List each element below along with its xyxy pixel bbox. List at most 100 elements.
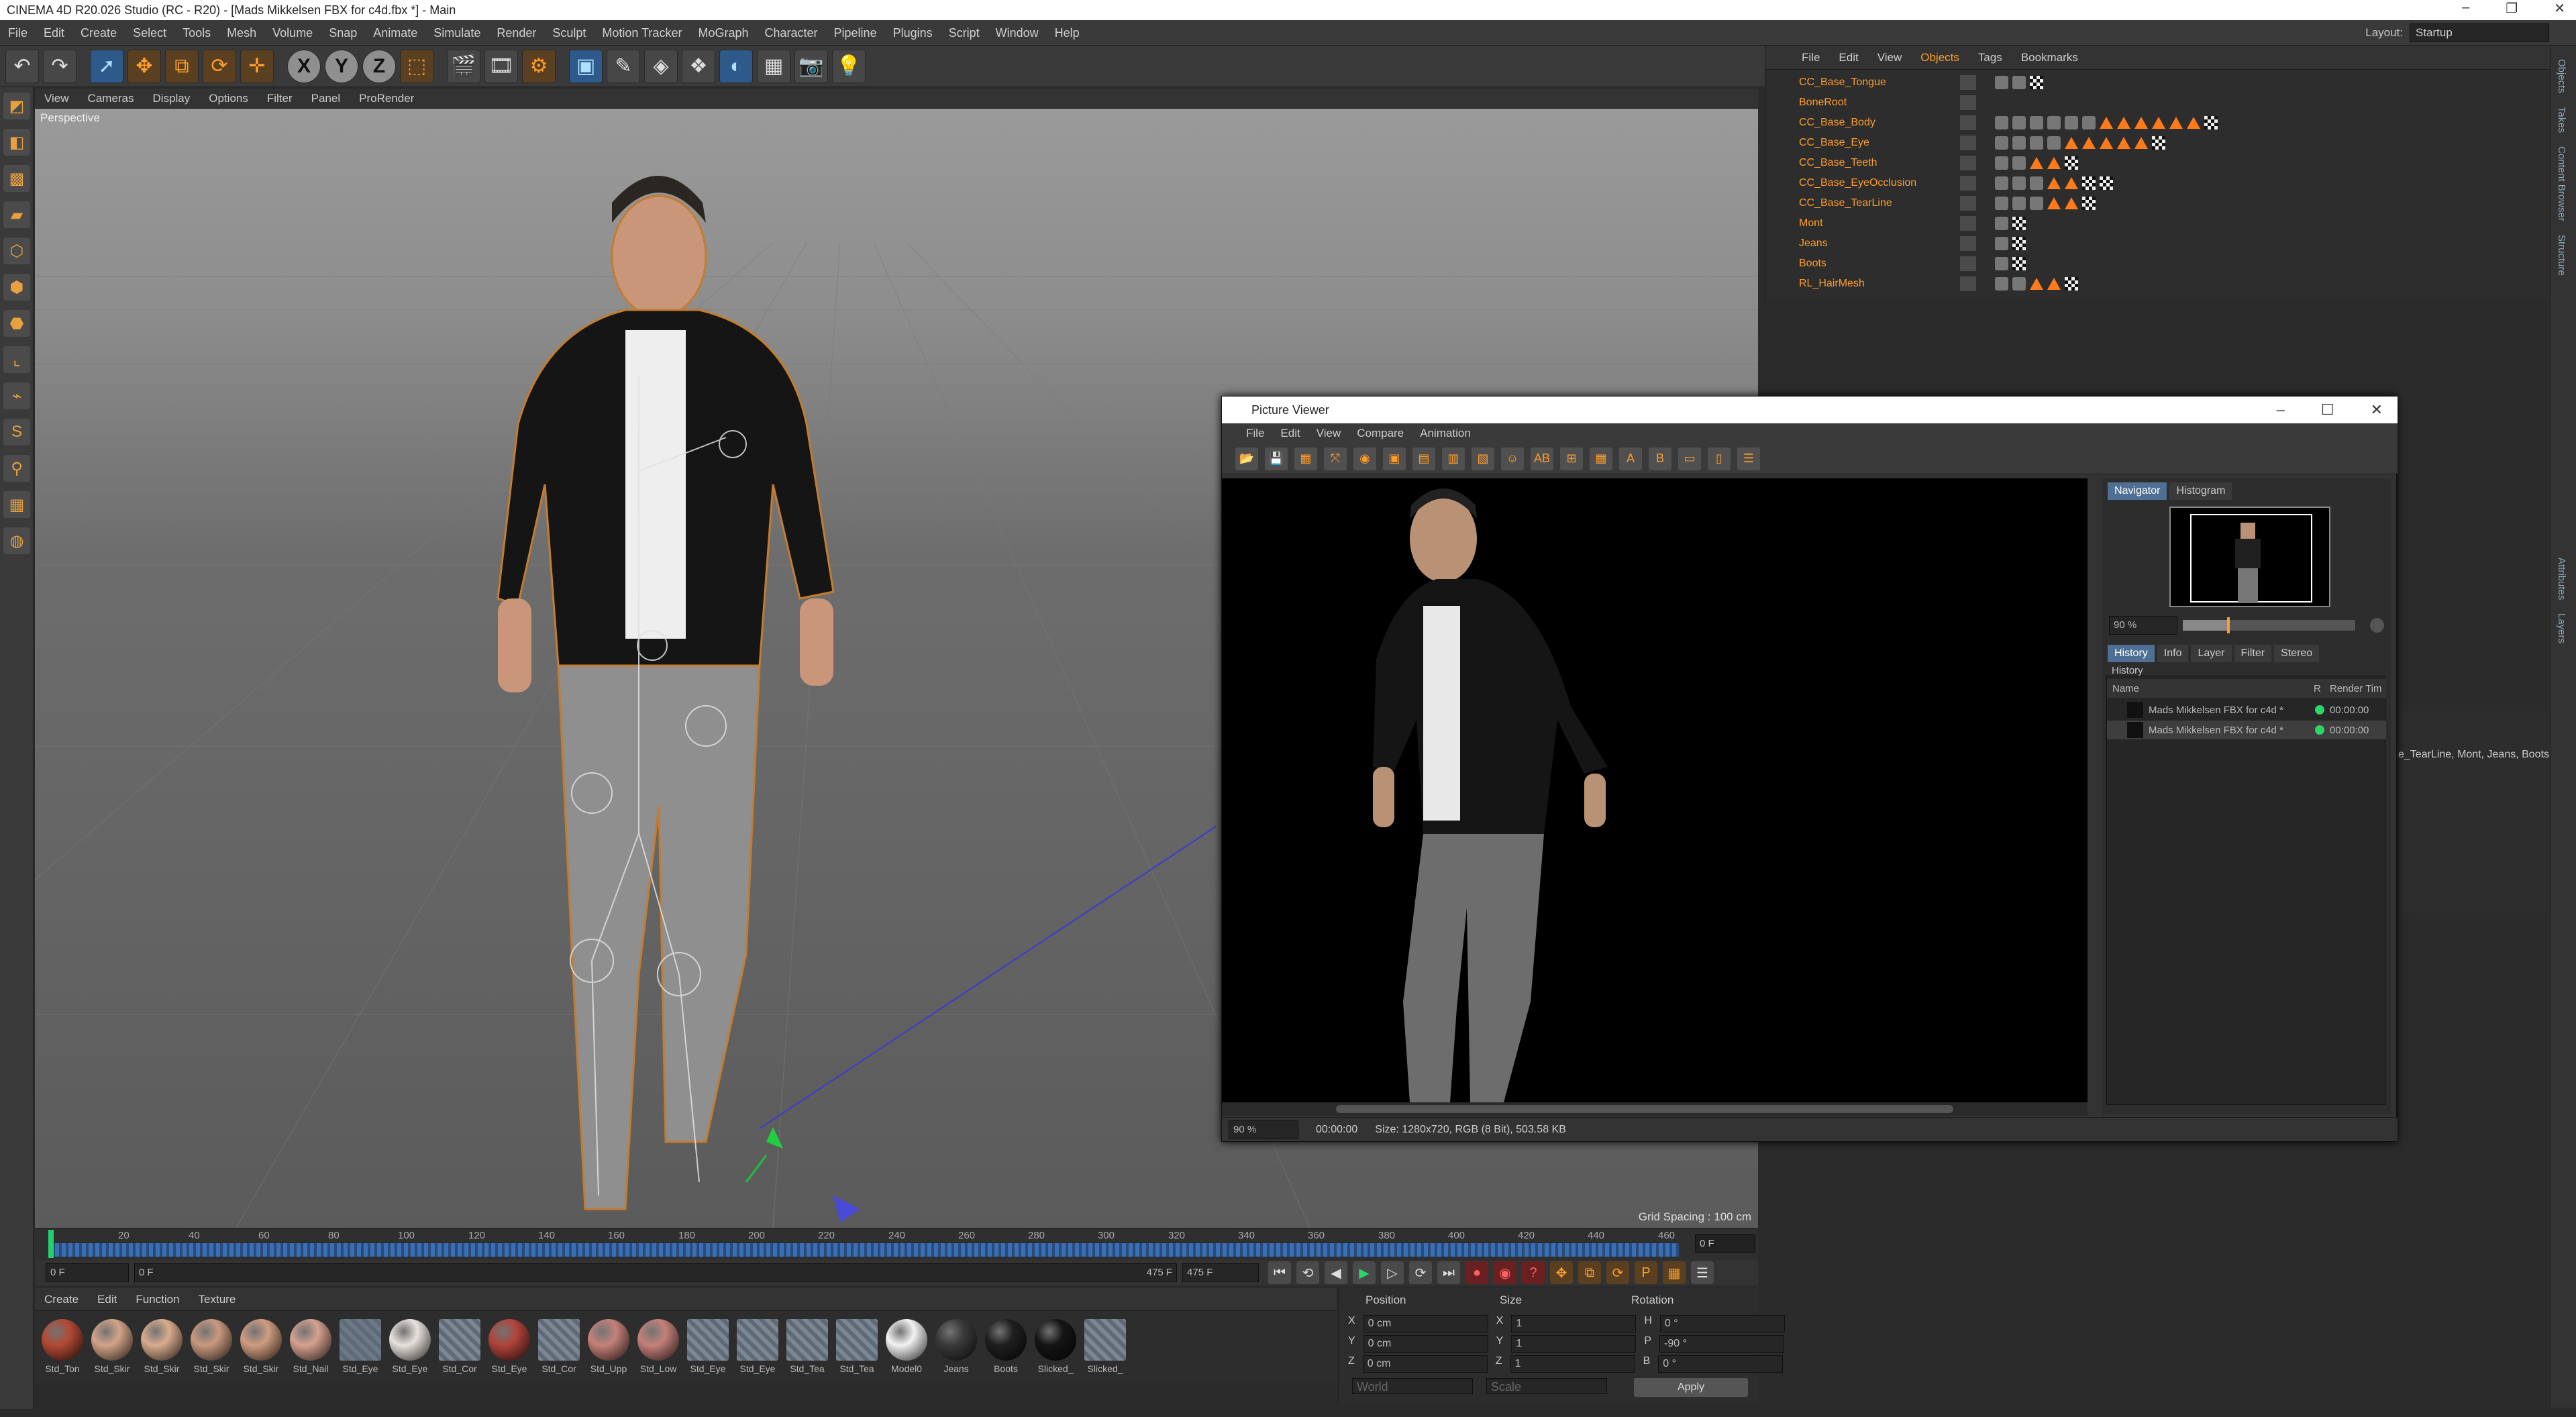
go-to-previous-key-icon[interactable]: ⟲	[1296, 1261, 1319, 1284]
range-slider[interactable]: 0 F 475 F	[134, 1263, 1177, 1282]
open-icon[interactable]: 📂	[1235, 447, 1258, 470]
material-tag-icon[interactable]	[2030, 136, 2043, 150]
material-item[interactable]: Std_Skir	[138, 1319, 185, 1374]
material-item[interactable]: Std_Tea	[784, 1319, 831, 1374]
material-tag-icon[interactable]	[2012, 176, 2026, 190]
pv-minimize-button[interactable]: –	[2277, 397, 2285, 423]
weight-tag-icon[interactable]	[2065, 177, 2078, 189]
object-name[interactable]: CC_Base_Tongue	[1765, 76, 1947, 89]
material-tag-icon[interactable]	[2030, 197, 2043, 210]
start-frame-field[interactable]: 0 F	[46, 1263, 129, 1282]
material-tag-icon[interactable]	[1995, 76, 2008, 89]
minimize-button[interactable]: –	[2462, 0, 2469, 17]
zoom-reset-icon[interactable]	[2370, 618, 2384, 633]
rotate-icon[interactable]: ⟳	[203, 49, 236, 83]
layout-single-icon[interactable]: ▭	[1678, 447, 1701, 470]
uvw-tag-icon[interactable]	[2012, 257, 2026, 270]
floor-icon[interactable]: ▦	[757, 49, 790, 83]
om-menu-tags[interactable]: Tags	[1969, 46, 2012, 70]
split-icon[interactable]: ⊞	[1560, 447, 1583, 470]
object-name[interactable]: Jeans	[1765, 238, 1947, 250]
make-editable-icon[interactable]: ◩	[3, 93, 30, 119]
render-picture-viewer-icon[interactable]: 🎞	[484, 49, 518, 83]
menu-mograph[interactable]: MoGraph	[690, 20, 756, 46]
om-menu-file[interactable]: File	[1792, 46, 1829, 70]
pv-menu-file[interactable]: File	[1238, 423, 1272, 443]
render-view-icon[interactable]: 🎬	[447, 49, 480, 83]
rotation-p-field[interactable]: -90 °	[1659, 1335, 1785, 1353]
material-item[interactable]: Slicked_	[1082, 1319, 1129, 1374]
coordinate-system-icon[interactable]: ⬚	[400, 49, 433, 83]
object-row[interactable]: CC_Base_Body	[1765, 113, 2551, 133]
status-zoom-field[interactable]: 90 %	[1229, 1120, 1298, 1139]
material-tag-icon[interactable]	[2082, 116, 2096, 129]
weight-tag-icon[interactable]	[2047, 177, 2061, 189]
play-icon[interactable]: ▶	[1353, 1261, 1376, 1284]
pv-menu-view[interactable]: View	[1308, 423, 1349, 443]
x-axis-lock-icon[interactable]: X	[287, 49, 321, 83]
tab-history[interactable]: History	[2108, 645, 2155, 662]
uvw-tag-icon[interactable]	[2012, 237, 2026, 250]
compare-b-icon[interactable]: B	[1649, 447, 1671, 470]
material-item[interactable]: Boots	[982, 1319, 1029, 1374]
horizontal-scrollbar[interactable]	[1222, 1102, 2088, 1116]
cube-icon[interactable]: ▣	[569, 49, 603, 83]
material-item[interactable]: Std_Tea	[833, 1319, 880, 1374]
material-item[interactable]: Std_Eye	[387, 1319, 433, 1374]
weight-tag-icon[interactable]	[2134, 117, 2148, 129]
visibility-toggle-icon[interactable]	[1960, 156, 1976, 170]
visibility-toggle-icon[interactable]	[1960, 196, 1976, 211]
layout-options-icon[interactable]: ☰	[1737, 447, 1760, 470]
om-menu-objects[interactable]: Objects	[1911, 46, 1969, 70]
autokey-icon[interactable]: ◉	[1494, 1261, 1516, 1284]
material-item[interactable]: Std_Ton	[39, 1319, 86, 1374]
material-item[interactable]: Std_Eye	[734, 1319, 781, 1374]
tab-stereo[interactable]: Stereo	[2274, 645, 2320, 662]
vp-menu-cameras[interactable]: Cameras	[79, 89, 144, 109]
visibility-toggle-icon[interactable]	[1960, 95, 1976, 110]
move-icon[interactable]: ✥	[127, 49, 161, 83]
size-z-field[interactable]: 1	[1510, 1355, 1635, 1373]
material-tag-icon[interactable]	[2012, 136, 2026, 150]
material-tag-icon[interactable]	[2047, 136, 2061, 150]
weight-tag-icon[interactable]	[2065, 137, 2078, 149]
array-icon[interactable]: ❖	[682, 49, 715, 83]
visibility-toggle-icon[interactable]	[1960, 75, 1976, 90]
material-item[interactable]: Std_Eye	[337, 1319, 384, 1374]
character-model[interactable]	[497, 176, 835, 1210]
end-frame-field[interactable]: 475 F	[1182, 1263, 1259, 1282]
maximize-button[interactable]: ❐	[2506, 0, 2518, 17]
scale-key-icon[interactable]: ⧉	[1578, 1261, 1601, 1284]
weight-tag-icon[interactable]	[2152, 117, 2165, 129]
menu-help[interactable]: Help	[1047, 20, 1088, 46]
position-y-field[interactable]: 0 cm	[1363, 1335, 1488, 1353]
points-mode-icon[interactable]: ⬡	[3, 238, 30, 264]
uvw-tag-icon[interactable]	[2030, 76, 2043, 89]
uvw-tag-icon[interactable]	[2204, 116, 2218, 129]
weight-tag-icon[interactable]	[2047, 157, 2061, 169]
material-item[interactable]: Std_Skir	[238, 1319, 285, 1374]
object-row[interactable]: CC_Base_TearLine	[1765, 193, 2551, 213]
material-tag-icon[interactable]	[2065, 116, 2078, 129]
weight-tag-icon[interactable]	[2100, 117, 2113, 129]
object-name[interactable]: CC_Base_Body	[1765, 117, 1947, 129]
material-item[interactable]: Jeans	[933, 1319, 980, 1374]
recent-tools-icon[interactable]: ✛	[240, 49, 274, 83]
menu-plugins[interactable]: Plugins	[885, 20, 941, 46]
material-tag-icon[interactable]	[2030, 116, 2043, 129]
vp-menu-options[interactable]: Options	[199, 89, 258, 109]
zoom-slider[interactable]	[2182, 617, 2356, 633]
object-name[interactable]: CC_Base_Teeth	[1765, 157, 1947, 169]
object-row[interactable]: Jeans	[1765, 233, 2551, 254]
undo-icon[interactable]: ↶	[5, 49, 39, 83]
uvw-tag-icon[interactable]	[2065, 277, 2078, 291]
object-row[interactable]: Mont	[1765, 213, 2551, 233]
scale-icon[interactable]: ⧉	[165, 49, 199, 83]
mat-menu-edit[interactable]: Edit	[88, 1288, 126, 1311]
menu-volume[interactable]: Volume	[264, 20, 321, 46]
uvw-tag-icon[interactable]	[2082, 176, 2096, 190]
object-name[interactable]: Boots	[1765, 258, 1947, 270]
camera-icon[interactable]: 📷	[794, 49, 828, 83]
light-icon[interactable]: 💡	[832, 49, 866, 83]
rotation-b-field[interactable]: 0 °	[1658, 1355, 1784, 1373]
